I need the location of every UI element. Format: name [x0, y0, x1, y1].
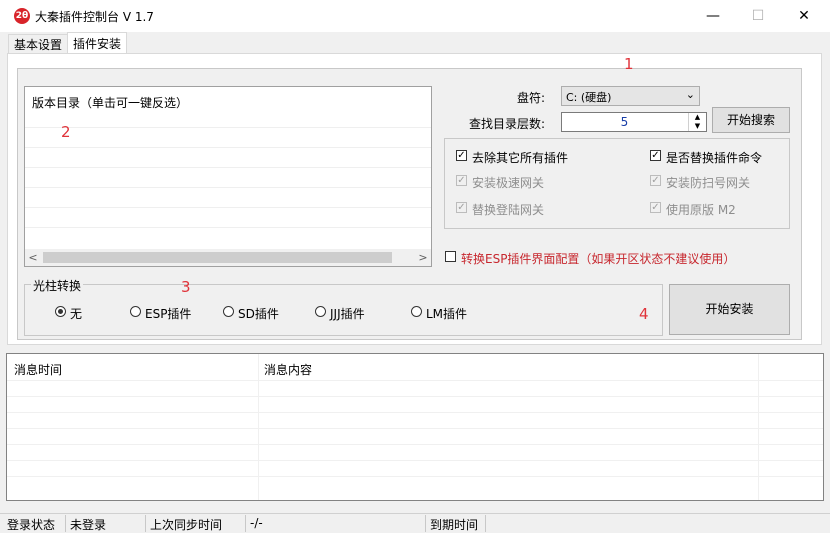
- list-row: [25, 167, 431, 168]
- column-divider: [258, 354, 259, 500]
- scroll-right-icon[interactable]: >: [415, 249, 431, 266]
- list-row: [25, 147, 431, 148]
- annotation-4: 4: [639, 305, 649, 323]
- status-sync-label: 上次同步时间: [150, 518, 223, 532]
- annotation-2: 2: [61, 123, 71, 141]
- row-line: [7, 428, 823, 429]
- list-row: [25, 187, 431, 188]
- window-title: 大秦插件控制台 V 1.7: [35, 10, 154, 24]
- radio-label: ESP插件: [145, 307, 192, 321]
- version-list-header[interactable]: 版本目录（单击可一键反选）: [32, 94, 188, 111]
- message-log[interactable]: 消息时间 消息内容: [6, 353, 824, 501]
- option-label: 去除其它所有插件: [472, 151, 569, 165]
- esp-config-label: 转换ESP插件界面配置（如果开区状态不建议使用）: [461, 252, 736, 266]
- status-divider: [65, 515, 66, 532]
- app-icon: 2θ: [14, 8, 30, 24]
- depth-stepper[interactable]: 5 ▲ ▼: [561, 112, 707, 132]
- annotation-3: 3: [181, 278, 191, 296]
- option-label: 是否替换插件命令: [666, 151, 763, 165]
- status-divider: [245, 515, 246, 532]
- option-label: 安装防扫号网关: [666, 176, 751, 190]
- list-row: [25, 227, 431, 228]
- list-row: [25, 207, 431, 208]
- radio-label: 无: [70, 307, 83, 321]
- status-divider: [425, 515, 426, 532]
- log-column-content[interactable]: 消息内容: [264, 361, 312, 378]
- checkbox: ✓: [650, 175, 661, 186]
- option-label: 替换登陆网关: [472, 203, 545, 217]
- row-line: [7, 380, 823, 381]
- horizontal-scrollbar[interactable]: < >: [25, 249, 431, 266]
- status-bar: 登录状态 未登录 上次同步时间 -/- 到期时间: [0, 513, 830, 533]
- row-line: [7, 444, 823, 445]
- option-label: 安装极速网关: [472, 176, 545, 190]
- radio-label: SD插件: [238, 307, 279, 321]
- checkbox[interactable]: [445, 251, 456, 262]
- row-line: [7, 396, 823, 397]
- start-search-button[interactable]: 开始搜索: [712, 107, 790, 133]
- row-line: [7, 460, 823, 461]
- row-line: [7, 412, 823, 413]
- tab-plugin-install[interactable]: 插件安装: [67, 32, 128, 54]
- stepper-buttons: ▲ ▼: [688, 113, 706, 131]
- drive-value: C: (硬盘): [566, 91, 612, 104]
- depth-label: 查找目录层数:: [469, 117, 546, 131]
- radio-button[interactable]: [315, 306, 326, 317]
- title-bar: 2θ 大秦插件控制台 V 1.7 — ☐ ✕: [0, 0, 830, 32]
- version-directory-list[interactable]: 版本目录（单击可一键反选） < >: [24, 86, 432, 267]
- stepper-down-icon[interactable]: ▼: [689, 122, 706, 131]
- start-install-button[interactable]: 开始安装: [669, 284, 790, 335]
- radio-button[interactable]: [130, 306, 141, 317]
- drive-label: 盘符:: [517, 91, 546, 105]
- radio-button[interactable]: [55, 306, 66, 317]
- radio-label: JJJ插件: [330, 307, 365, 321]
- column-divider: [758, 354, 759, 500]
- option-label: 使用原版 M2: [666, 203, 736, 217]
- close-button[interactable]: ✕: [794, 6, 814, 26]
- checkbox: ✓: [456, 202, 467, 213]
- tab-strip: 基本设置 插件安装: [0, 32, 830, 54]
- status-expire-label: 到期时间: [430, 518, 479, 532]
- stepper-up-icon[interactable]: ▲: [689, 113, 706, 122]
- row-line: [7, 476, 823, 477]
- minimize-button[interactable]: —: [703, 6, 723, 26]
- maximize-button[interactable]: ☐: [748, 6, 768, 26]
- scrollbar-thumb[interactable]: [43, 252, 392, 263]
- status-login-label: 登录状态: [7, 518, 56, 532]
- radio-button[interactable]: [223, 306, 234, 317]
- light-pillar-legend: 光柱转换: [31, 277, 84, 294]
- depth-value[interactable]: 5: [562, 115, 687, 129]
- radio-label: LM插件: [426, 307, 468, 321]
- drive-select[interactable]: C: (硬盘) ⌄: [561, 86, 700, 106]
- checkbox: ✓: [650, 202, 661, 213]
- checkbox: ✓: [456, 175, 467, 186]
- list-row: [25, 127, 431, 128]
- status-login-value: 未登录: [70, 518, 107, 532]
- status-sync-value: -/-: [250, 516, 263, 530]
- checkbox[interactable]: ✓: [456, 150, 467, 161]
- annotation-1: 1: [624, 55, 634, 73]
- chevron-down-icon: ⌄: [685, 88, 695, 101]
- tab-basic-settings[interactable]: 基本设置: [8, 34, 69, 54]
- status-divider: [145, 515, 146, 532]
- checkbox[interactable]: ✓: [650, 150, 661, 161]
- log-column-time[interactable]: 消息时间: [14, 361, 62, 378]
- status-divider: [485, 515, 486, 532]
- scroll-left-icon[interactable]: <: [25, 249, 41, 266]
- radio-button[interactable]: [411, 306, 422, 317]
